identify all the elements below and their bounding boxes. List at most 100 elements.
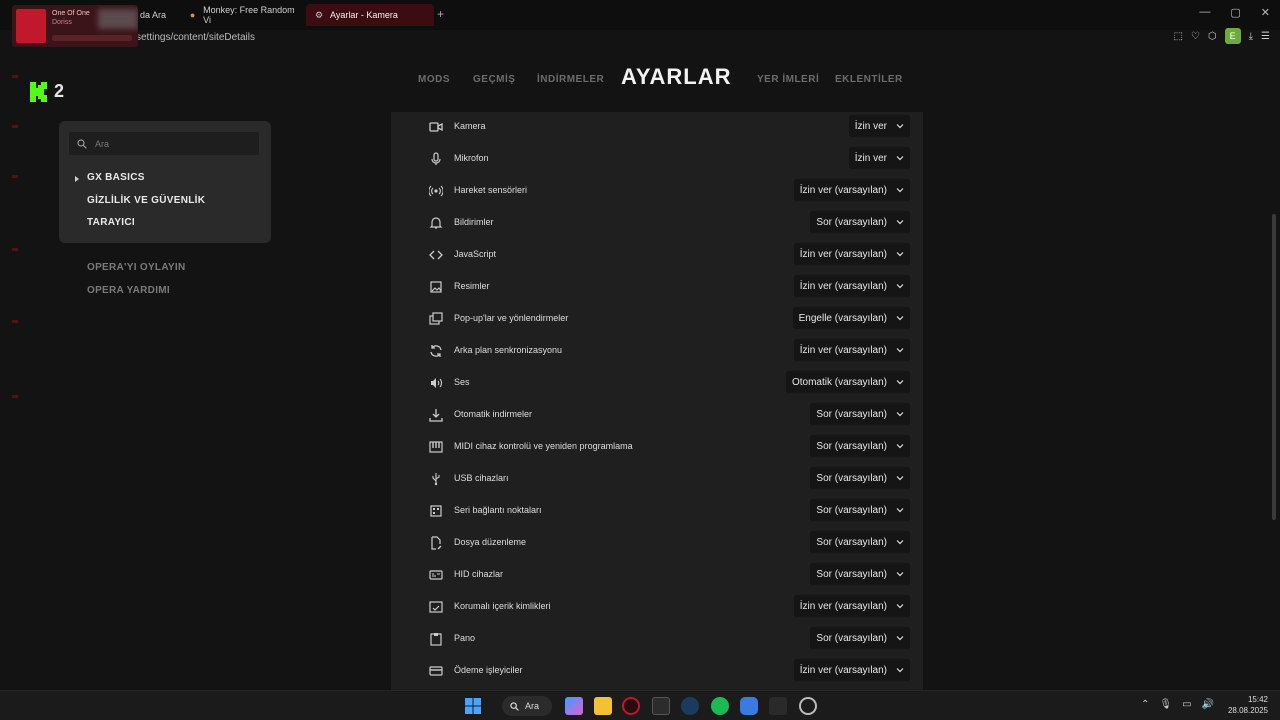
clock-time: 15:42: [1247, 695, 1268, 704]
tab-settings-camera[interactable]: ⚙ Ayarlar - Kamera: [306, 4, 434, 26]
taskbar-search-label: Ara: [525, 701, 540, 711]
menu-icon[interactable]: ☰: [1261, 31, 1270, 42]
heart-icon[interactable]: ♡: [1191, 31, 1200, 42]
permission-label: JavaScript: [454, 249, 497, 259]
permission-dropdown[interactable]: Sor (varsayılan): [810, 531, 910, 553]
page-title: AYARLAR: [621, 64, 732, 89]
permission-row-hid: HID cihazlar Sor (varsayılan): [391, 560, 923, 592]
permission-dropdown[interactable]: Sor (varsayılan): [810, 211, 910, 233]
dropdown-value: İzin ver (varsayılan): [799, 600, 887, 612]
permission-dropdown[interactable]: Sor (varsayılan): [810, 403, 910, 425]
display-icon[interactable]: ▭: [1182, 699, 1191, 710]
music-player-widget[interactable]: One Of One Doriss: [12, 5, 138, 47]
permission-label: Pop-up'lar ve yönlendirmeler: [454, 313, 569, 323]
permission-dropdown[interactable]: Engelle (varsayılan): [792, 307, 910, 329]
permission-dropdown[interactable]: İzin ver (varsayılan): [793, 243, 910, 265]
windows-start-icon[interactable]: [464, 697, 482, 715]
permission-dropdown[interactable]: İzin ver: [848, 147, 910, 169]
monkey-icon: ●: [189, 10, 196, 20]
permission-dropdown[interactable]: Sor (varsayılan): [810, 435, 910, 457]
permission-dropdown[interactable]: Otomatik (varsayılan): [785, 371, 910, 393]
permission-dropdown[interactable]: İzin ver (varsayılan): [793, 179, 910, 201]
permission-row-clipboard: Pano Sor (varsayılan): [391, 624, 923, 656]
app-icon[interactable]: [740, 697, 758, 715]
copilot-icon[interactable]: [565, 697, 583, 715]
new-tab-button[interactable]: +: [437, 7, 444, 21]
sidebar-search[interactable]: [69, 132, 259, 155]
chevron-down-icon: [896, 348, 904, 353]
settings-nav: MODS GEÇMİŞ İNDİRMELER AYARLAR YER İMLER…: [0, 62, 1280, 96]
motion-sensor-icon: [429, 185, 443, 197]
spotify-icon[interactable]: [711, 697, 729, 715]
search-input[interactable]: [95, 138, 245, 149]
protected-content-icon: [429, 601, 443, 613]
nav-mods[interactable]: MODS: [418, 74, 450, 85]
tab-monkey[interactable]: ● Monkey: Free Random Vi: [180, 4, 304, 26]
sidebar-item-privacy[interactable]: GİZLİLİK VE GÜVENLİK: [87, 195, 205, 206]
scrollbar-thumb[interactable]: [1272, 214, 1276, 520]
steam-icon[interactable]: [681, 697, 699, 715]
permission-dropdown[interactable]: İzin ver (varsayılan): [793, 659, 910, 681]
permission-dropdown[interactable]: Sor (varsayılan): [810, 563, 910, 585]
download-icon[interactable]: ⤓: [1249, 31, 1253, 42]
permission-row-javascript: JavaScript İzin ver (varsayılan): [391, 240, 923, 272]
volume-icon[interactable]: 🔊: [1202, 699, 1214, 710]
microphone-icon[interactable]: 🎙: [1159, 699, 1172, 710]
chevron-down-icon: [896, 668, 904, 673]
permission-row-images: Resimler İzin ver (varsayılan): [391, 272, 923, 304]
permission-label: Ses: [454, 377, 470, 387]
maximize-button[interactable]: ▢: [1230, 6, 1240, 19]
dropdown-value: Sor (varsayılan): [816, 408, 887, 420]
permission-dropdown[interactable]: İzin ver (varsayılan): [793, 275, 910, 297]
toolbar-icons: ⬚ ♡ ⬡ E ⤓ ☰: [1173, 28, 1270, 44]
opera-help-link[interactable]: OPERA YARDIMI: [87, 285, 170, 296]
app-icon[interactable]: [799, 697, 817, 715]
sidebar-item-gx-basics[interactable]: GX BASICS: [87, 172, 145, 183]
chevron-up-icon[interactable]: ⌃: [1141, 699, 1149, 710]
url-field[interactable]: settings/content/siteDetails: [136, 32, 255, 43]
permission-dropdown[interactable]: İzin ver (varsayılan): [793, 339, 910, 361]
chevron-down-icon: [896, 188, 904, 193]
chevron-down-icon: [896, 572, 904, 577]
snapshot-icon[interactable]: ⬚: [1173, 31, 1182, 42]
search-icon: [77, 138, 87, 149]
decor-mark: [12, 248, 18, 251]
permission-label: Mikrofon: [454, 153, 489, 163]
profile-avatar[interactable]: E: [1224, 28, 1241, 44]
dropdown-value: İzin ver (varsayılan): [799, 248, 887, 260]
playback-controls[interactable]: [52, 35, 132, 41]
nav-downloads[interactable]: İNDİRMELER: [537, 74, 604, 85]
window-controls: — ▢ ✕: [1199, 6, 1270, 19]
close-button[interactable]: ✕: [1261, 6, 1270, 19]
tab-label: Monkey: Free Random Vi: [203, 5, 295, 25]
permission-dropdown[interactable]: Sor (varsayılan): [810, 627, 910, 649]
system-clock[interactable]: 15:42 28.08.2025: [1228, 694, 1268, 716]
nav-extensions[interactable]: EKLENTİLER: [835, 74, 903, 85]
minimize-button[interactable]: —: [1199, 6, 1210, 19]
clipboard-icon: [430, 633, 442, 646]
extensions-icon[interactable]: ⬡: [1208, 31, 1217, 42]
dropdown-value: Otomatik (varsayılan): [791, 376, 887, 388]
permission-label: Arka plan senkronizasyonu: [454, 345, 563, 355]
permission-row-microphone: Mikrofon İzin ver: [391, 144, 923, 176]
file-explorer-icon[interactable]: [594, 697, 612, 715]
tab-search[interactable]: da Ara: [132, 4, 182, 26]
bell-icon: [429, 217, 443, 229]
permission-dropdown[interactable]: Sor (varsayılan): [810, 467, 910, 489]
sidebar-item-browser[interactable]: TARAYICI: [87, 217, 135, 228]
permission-dropdown[interactable]: İzin ver: [848, 115, 910, 137]
hid-icon: [429, 570, 443, 580]
play-app-icon[interactable]: [769, 697, 787, 715]
nav-bookmarks[interactable]: YER İMLERİ: [757, 74, 819, 85]
nav-history[interactable]: GEÇMİŞ: [473, 74, 515, 85]
dropdown-value: Sor (varsayılan): [816, 632, 887, 644]
permission-dropdown[interactable]: İzin ver (varsayılan): [793, 595, 910, 617]
permission-dropdown[interactable]: Sor (varsayılan): [810, 499, 910, 521]
permission-label: USB cihazları: [454, 473, 509, 483]
taskbar-search[interactable]: Ara: [502, 696, 552, 716]
opera-gx-icon[interactable]: [622, 697, 640, 715]
rate-opera-link[interactable]: OPERA'YI OYLAYIN: [87, 262, 186, 273]
epic-games-icon[interactable]: [652, 697, 670, 715]
tab-label: da Ara: [140, 10, 167, 20]
midi-icon: [429, 441, 443, 453]
